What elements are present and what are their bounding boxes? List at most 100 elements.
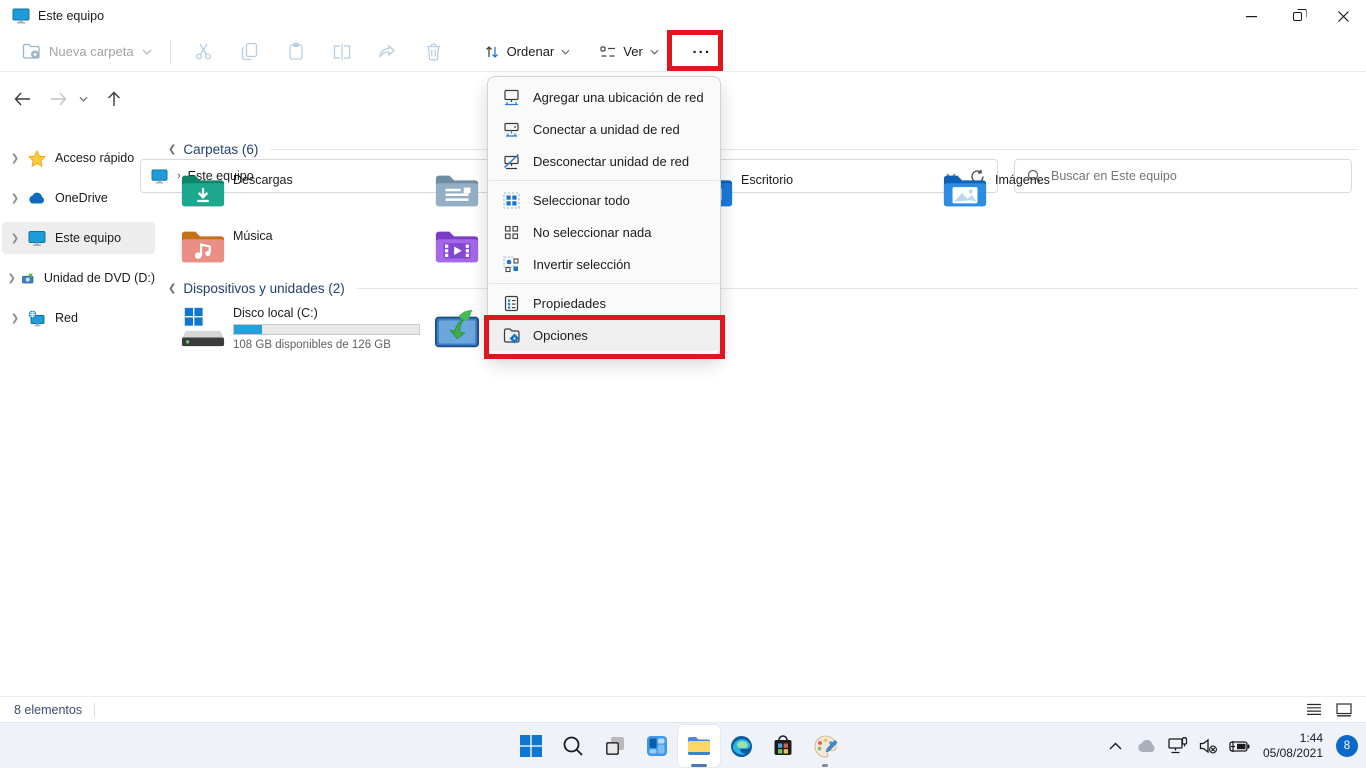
- paint-button[interactable]: [804, 725, 846, 767]
- drive-name: Disco local (C:): [233, 306, 318, 320]
- options-icon: [502, 326, 521, 345]
- taskbar-clock[interactable]: 1:44 05/08/2021: [1263, 731, 1323, 761]
- expand-chevron-icon[interactable]: ❯: [2, 153, 28, 164]
- status-bar: 8 elementos: [0, 696, 1366, 722]
- view-label: Ver: [623, 44, 643, 59]
- menu-item-options[interactable]: Opciones: [488, 319, 720, 351]
- paint-icon: [814, 735, 837, 758]
- this-pc-icon: [12, 8, 30, 24]
- copy-button[interactable]: [227, 35, 273, 69]
- sidebar-item-onedrive[interactable]: ❯ OneDrive: [2, 182, 155, 214]
- sidebar-item-network[interactable]: ❯ Red: [2, 302, 155, 334]
- new-folder-icon: [22, 43, 41, 60]
- file-explorer-button[interactable]: [678, 725, 720, 767]
- folder-tile-downloads[interactable]: Descargas: [180, 168, 426, 218]
- folders-group-header[interactable]: ❮ Carpetas (6): [168, 142, 1358, 157]
- sidebar-item-this-pc[interactable]: ❯ Este equipo: [2, 222, 155, 254]
- folder-pictures-icon: [942, 168, 988, 212]
- sort-button[interactable]: Ordenar: [475, 35, 580, 69]
- restore-button[interactable]: [1274, 0, 1320, 32]
- folders-group-label: Carpetas (6): [183, 142, 258, 157]
- desktop: Este equipo Nueva carpeta: [0, 0, 1366, 768]
- share-button[interactable]: [365, 35, 411, 69]
- search-icon: [562, 735, 584, 757]
- back-button[interactable]: [6, 83, 38, 115]
- new-folder-button[interactable]: Nueva carpeta: [14, 35, 160, 69]
- expand-chevron-icon[interactable]: ❯: [2, 233, 28, 244]
- sidebar-item-label: OneDrive: [55, 191, 108, 205]
- menu-item-label: Agregar una ubicación de red: [533, 90, 704, 105]
- navigation-pane: ❯ Acceso rápido ❯ OneDrive ❯ Este equipo…: [0, 130, 157, 696]
- minimize-button[interactable]: [1228, 0, 1274, 32]
- disk-usage-bar: [233, 324, 420, 335]
- sidebar-item-dvd-drive[interactable]: ❯ Unidad de DVD (D:): [2, 262, 155, 294]
- status-divider: [94, 703, 95, 717]
- tray-chevron-up-icon[interactable]: [1104, 734, 1128, 758]
- menu-item-select-all[interactable]: Seleccionar todo: [488, 184, 720, 216]
- close-button[interactable]: [1320, 0, 1366, 32]
- menu-item-select-none[interactable]: No seleccionar nada: [488, 216, 720, 248]
- sidebar-item-quick-access[interactable]: ❯ Acceso rápido: [2, 142, 155, 174]
- battery-charging-tray-icon[interactable]: [1228, 734, 1252, 758]
- folder-tile-music[interactable]: Música: [180, 224, 426, 274]
- folder-tile-pictures[interactable]: Imágenes: [942, 168, 1188, 218]
- local-disk-icon: [180, 305, 226, 349]
- onedrive-tray-icon[interactable]: [1135, 734, 1159, 758]
- notification-badge[interactable]: 8: [1336, 735, 1358, 757]
- delete-button[interactable]: [411, 35, 457, 69]
- chevron-down-icon: [561, 49, 570, 55]
- map-network-drive-icon: [502, 120, 521, 139]
- expand-chevron-icon[interactable]: ❯: [2, 313, 28, 324]
- menu-item-map-network-drive[interactable]: Conectar a unidad de red: [488, 113, 720, 145]
- details-view-button[interactable]: [1304, 701, 1324, 719]
- share-icon: [378, 43, 397, 61]
- onedrive-cloud-icon: [28, 190, 46, 207]
- chevron-down-icon: [650, 49, 659, 55]
- store-button[interactable]: [762, 725, 804, 767]
- menu-item-invert-selection[interactable]: Invertir selección: [488, 248, 720, 280]
- menu-item-properties[interactable]: Propiedades: [488, 287, 720, 319]
- task-view-button[interactable]: [594, 725, 636, 767]
- folder-downloads-icon: [180, 168, 226, 212]
- disconnect-network-drive-icon: [502, 152, 521, 171]
- rename-button[interactable]: [319, 35, 365, 69]
- view-button[interactable]: Ver: [591, 35, 668, 69]
- forward-icon: [50, 92, 67, 106]
- menu-item-add-network-location[interactable]: Agregar una ubicación de red: [488, 81, 720, 113]
- collapse-chevron-icon[interactable]: ❮: [168, 283, 176, 294]
- large-icons-view-button[interactable]: [1334, 701, 1354, 719]
- expand-chevron-icon[interactable]: ❯: [2, 193, 28, 204]
- network-tray-icon[interactable]: [1166, 734, 1190, 758]
- sort-label: Ordenar: [507, 44, 555, 59]
- start-button[interactable]: [510, 725, 552, 767]
- see-more-button[interactable]: ...: [682, 35, 722, 69]
- edge-button[interactable]: [720, 725, 762, 767]
- devices-group-header[interactable]: ❮ Dispositivos y unidades (2): [168, 281, 1358, 296]
- view-icon: [600, 45, 616, 59]
- cut-button[interactable]: [181, 35, 227, 69]
- star-icon: [28, 150, 46, 167]
- paste-button[interactable]: [273, 35, 319, 69]
- recent-locations-button[interactable]: [72, 83, 94, 115]
- notification-count: 8: [1344, 740, 1350, 752]
- folder-tile-desktop[interactable]: Escritorio: [688, 168, 934, 218]
- menu-item-label: No seleccionar nada: [533, 225, 652, 240]
- menu-item-label: Propiedades: [533, 296, 606, 311]
- items-count: 8 elementos: [14, 703, 82, 717]
- drive-tile-local-disk-c[interactable]: Disco local (C:) 108 GB disponibles de 1…: [180, 305, 426, 355]
- taskbar-search-button[interactable]: [552, 725, 594, 767]
- folder-name: Descargas: [233, 173, 293, 187]
- forward-button[interactable]: [42, 83, 74, 115]
- file-explorer-icon: [687, 735, 711, 757]
- taskbar: 1:44 05/08/2021 8: [0, 722, 1366, 768]
- widgets-button[interactable]: [636, 725, 678, 767]
- delete-icon: [425, 42, 442, 61]
- back-icon: [14, 92, 31, 106]
- up-button[interactable]: [98, 83, 130, 115]
- group-divider: [270, 149, 1358, 150]
- collapse-chevron-icon[interactable]: ❮: [168, 144, 176, 155]
- running-indicator: [822, 764, 828, 767]
- expand-chevron-icon[interactable]: ❯: [2, 273, 21, 284]
- volume-muted-tray-icon[interactable]: [1197, 734, 1221, 758]
- menu-item-disconnect-network-drive[interactable]: Desconectar unidad de red: [488, 145, 720, 177]
